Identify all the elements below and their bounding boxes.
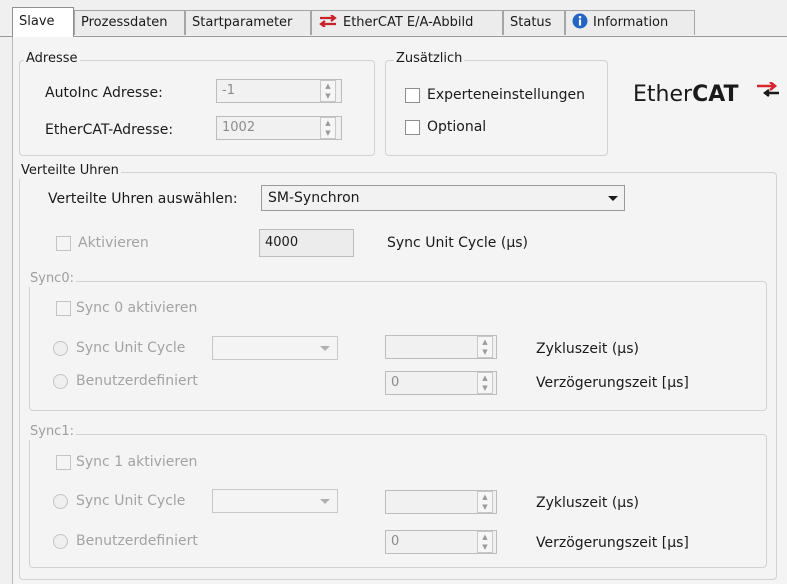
- zusaetzlich-group: [385, 60, 608, 156]
- sync1-sync-unit-cycle-label: Sync Unit Cycle: [76, 493, 186, 509]
- aktivieren-label: Aktivieren: [78, 235, 149, 251]
- chevron-down-icon: [320, 499, 330, 504]
- tab-information[interactable]: Information: [565, 10, 695, 35]
- sync0-cycle-dropdown[interactable]: [212, 336, 338, 360]
- sync1-aktivieren-label: Sync 1 aktivieren: [76, 454, 198, 470]
- zusaetzlich-legend: Zusätzlich: [394, 51, 465, 67]
- optional-label: Optional: [427, 119, 487, 135]
- info-icon: [572, 13, 588, 29]
- tab-slave[interactable]: Slave: [12, 7, 74, 37]
- sync-unit-cycle-input[interactable]: 4000: [259, 229, 354, 257]
- sync0-zykluszeit-spinner[interactable]: ▲ ▼: [477, 336, 493, 358]
- tab-status[interactable]: Status: [503, 10, 565, 35]
- sync-unit-cycle-value: 4000: [265, 235, 299, 250]
- logo-text-cat: CAT: [692, 82, 739, 107]
- aktivieren-checkbox[interactable]: [56, 236, 71, 251]
- sync0-sync-unit-cycle-label: Sync Unit Cycle: [76, 340, 186, 356]
- logo-text-ether: Ether: [633, 82, 693, 107]
- optional-checkbox[interactable]: [405, 120, 420, 135]
- sync0-verzoegerung-label: Verzögerungszeit [µs]: [536, 375, 689, 391]
- sync0-legend: Sync0:: [28, 271, 76, 287]
- ethercat-address-value: 1002: [222, 120, 256, 135]
- tab-label: Slave: [19, 14, 55, 29]
- chevron-down-icon: [320, 346, 330, 351]
- ethercat-address-label: EtherCAT-Adresse:: [45, 122, 174, 138]
- sync1-verzoegerung-value: 0: [391, 534, 400, 549]
- experteneinstellungen-checkbox[interactable]: [405, 88, 420, 103]
- tab-label: EtherCAT E/A-Abbild: [343, 15, 474, 30]
- sync1-zykluszeit-label: Zykluszeit (µs): [536, 495, 639, 511]
- chevron-down-icon: [608, 196, 618, 201]
- dc-mode-dropdown[interactable]: SM-Synchron: [261, 185, 625, 211]
- sync1-zykluszeit-spinner[interactable]: ▲ ▼: [477, 491, 493, 513]
- sync1-verzoegerung-label: Verzögerungszeit [µs]: [536, 535, 689, 551]
- sync0-zykluszeit-label: Zykluszeit (µs): [536, 341, 639, 357]
- tab-prozessdaten[interactable]: Prozessdaten: [74, 10, 185, 35]
- sync1-benutzerdefiniert-label: Benutzerdefiniert: [76, 533, 198, 549]
- autoinc-value: -1: [222, 83, 235, 98]
- sync-unit-cycle-label: Sync Unit Cycle (µs): [387, 235, 528, 251]
- ethercat-arrows-icon: [319, 14, 337, 28]
- adresse-legend: Adresse: [24, 51, 80, 67]
- tab-label: Prozessdaten: [81, 15, 168, 30]
- sync1-sync-unit-cycle-radio[interactable]: [53, 494, 68, 509]
- experteneinstellungen-label: Experteneinstellungen: [427, 87, 586, 103]
- tab-startparameter[interactable]: Startparameter: [185, 10, 311, 35]
- ethercat-address-spinner[interactable]: ▲ ▼: [320, 117, 336, 139]
- verteilte-uhren-legend: Verteilte Uhren: [19, 163, 121, 179]
- sync1-aktivieren-checkbox[interactable]: [56, 455, 71, 470]
- adresse-group: [19, 60, 375, 156]
- sync1-legend: Sync1:: [28, 424, 76, 440]
- autoinc-spinner[interactable]: ▲ ▼: [320, 80, 336, 102]
- sync0-benutzerdefiniert-radio[interactable]: [53, 374, 68, 389]
- sync0-verzoegerung-value: 0: [391, 375, 400, 390]
- logo-arrow-icon: [757, 82, 779, 97]
- tab-label: Status: [510, 15, 552, 30]
- dc-mode-value: SM-Synchron: [268, 190, 360, 206]
- sync1-benutzerdefiniert-radio[interactable]: [53, 534, 68, 549]
- autoinc-label: AutoInc Adresse:: [45, 85, 163, 101]
- sync0-verzoegerung-spinner[interactable]: ▲ ▼: [477, 372, 493, 394]
- tab-strip: Slave Prozessdaten Startparameter EtherC…: [0, 0, 787, 40]
- dc-select-label: Verteilte Uhren auswählen:: [48, 191, 238, 207]
- sync0-benutzerdefiniert-label: Benutzerdefiniert: [76, 373, 198, 389]
- ethercat-logo: EtherCAT: [633, 80, 783, 112]
- sync0-aktivieren-label: Sync 0 aktivieren: [76, 300, 198, 316]
- tab-label: Startparameter: [192, 15, 293, 30]
- tab-ethercat-ea-abbild[interactable]: EtherCAT E/A-Abbild: [311, 10, 503, 35]
- sync1-verzoegerung-spinner[interactable]: ▲ ▼: [477, 531, 493, 553]
- sync1-cycle-dropdown[interactable]: [212, 489, 338, 513]
- sync0-sync-unit-cycle-radio[interactable]: [53, 341, 68, 356]
- tab-label: Information: [593, 15, 669, 30]
- sync0-aktivieren-checkbox[interactable]: [56, 301, 71, 316]
